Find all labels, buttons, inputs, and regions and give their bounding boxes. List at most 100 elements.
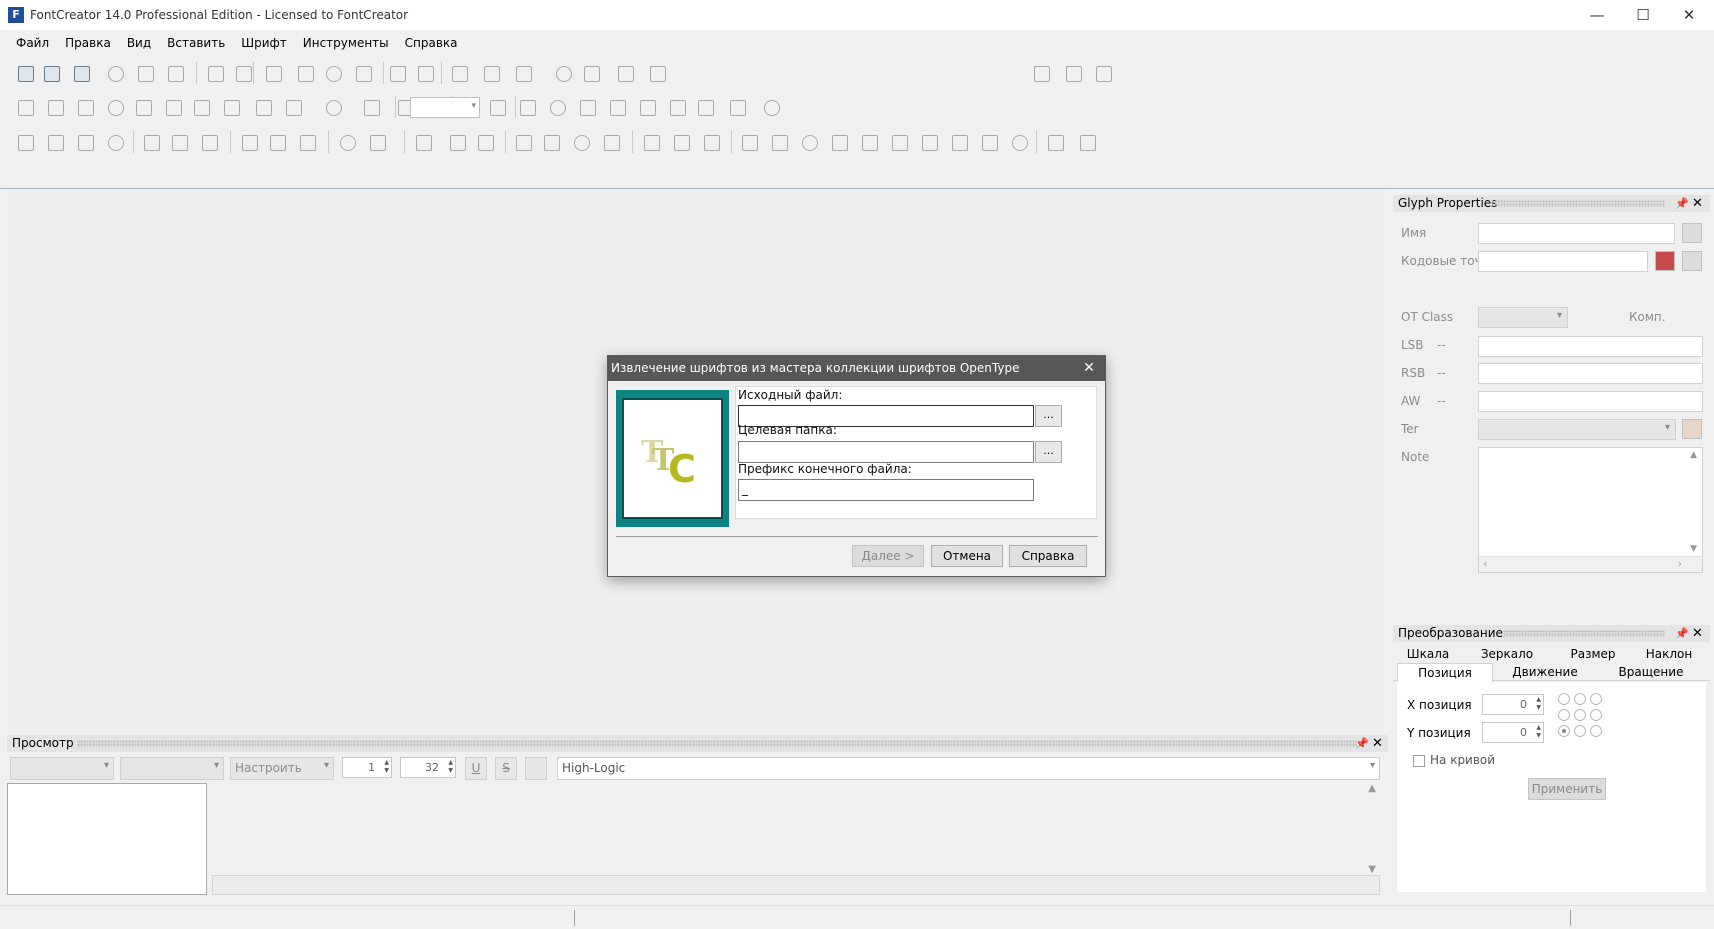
- preview-text-input[interactable]: High-Logic ▾: [557, 757, 1380, 780]
- toolbar-button[interactable]: [322, 62, 344, 84]
- close-icon[interactable]: ✕: [1692, 195, 1703, 212]
- preview-size-spinner[interactable]: 1: [342, 757, 392, 778]
- dialog-close-button[interactable]: ✕: [1079, 356, 1099, 381]
- preview-scrollbar[interactable]: [212, 875, 1380, 895]
- source-browse-button[interactable]: ...: [1035, 405, 1062, 427]
- toolbar-button[interactable]: [14, 62, 36, 84]
- toolbar-button[interactable]: [552, 62, 574, 84]
- lsb-field[interactable]: [1478, 336, 1703, 357]
- anchor-radio[interactable]: [1574, 725, 1586, 737]
- toolbar-button[interactable]: [238, 131, 260, 153]
- menu-edit[interactable]: Правка: [57, 32, 119, 54]
- toolbar-button[interactable]: [132, 96, 154, 118]
- anchor-radio[interactable]: [1574, 709, 1586, 721]
- strikethrough-button[interactable]: S: [495, 757, 517, 780]
- tab-rotate[interactable]: Вращение: [1599, 665, 1703, 679]
- apply-button[interactable]: Применить: [1528, 778, 1606, 800]
- toolbar-button[interactable]: [104, 96, 126, 118]
- toolbar-button[interactable]: [606, 96, 628, 118]
- tab-scale[interactable]: Шкала: [1399, 647, 1457, 661]
- toolbar-button[interactable]: [918, 131, 940, 153]
- toolbar-button[interactable]: [474, 131, 496, 153]
- target-folder-input[interactable]: [738, 441, 1034, 463]
- toolbar-button[interactable]: [282, 96, 304, 118]
- color-picker-icon[interactable]: [1682, 419, 1702, 439]
- menu-tools[interactable]: Инструменты: [295, 32, 397, 54]
- toolbar-button[interactable]: [44, 96, 66, 118]
- toolbar-button[interactable]: [646, 62, 668, 84]
- toolbar-button[interactable]: [14, 131, 36, 153]
- codepoints-field[interactable]: [1478, 251, 1648, 272]
- underline-button[interactable]: U: [465, 757, 487, 780]
- anchor-radio[interactable]: [1558, 693, 1570, 705]
- toolbar-button[interactable]: [486, 96, 508, 118]
- toolbar-button[interactable]: [480, 62, 502, 84]
- anchor-radio[interactable]: [1590, 725, 1602, 737]
- close-icon[interactable]: ✕: [1372, 735, 1383, 752]
- maximize-button[interactable]: ☐: [1620, 0, 1666, 30]
- toolbar-button[interactable]: [74, 131, 96, 153]
- toolbar-button[interactable]: [352, 62, 374, 84]
- toolbar-button[interactable]: [760, 96, 782, 118]
- toolbar-button[interactable]: [168, 131, 190, 153]
- toolbar-button[interactable]: [70, 62, 92, 84]
- toolbar-button[interactable]: [104, 62, 126, 84]
- toolbar-button[interactable]: [296, 131, 318, 153]
- scroll-down-icon[interactable]: ▼: [1368, 864, 1376, 875]
- toolbar-button[interactable]: [1092, 62, 1114, 84]
- menu-file[interactable]: Файл: [8, 32, 57, 54]
- prefix-input[interactable]: _: [738, 479, 1034, 501]
- toolbar-button[interactable]: [232, 62, 254, 84]
- toolbar-button[interactable]: [140, 131, 162, 153]
- tab-move[interactable]: Движение: [1493, 665, 1597, 679]
- pin-icon[interactable]: 📌: [1355, 735, 1369, 752]
- toolbar-button[interactable]: [360, 96, 382, 118]
- toolbar-button[interactable]: [636, 96, 658, 118]
- toolbar-button[interactable]: [888, 131, 910, 153]
- edit-codepoints-icon[interactable]: [1682, 251, 1702, 271]
- toolbar-button[interactable]: [1044, 131, 1066, 153]
- toolbar-button[interactable]: [858, 131, 880, 153]
- toolbar-button[interactable]: [448, 62, 470, 84]
- toolbar-button[interactable]: [44, 131, 66, 153]
- tab-mirror[interactable]: Зеркало: [1467, 647, 1547, 661]
- toolbar-button[interactable]: [446, 131, 468, 153]
- toolbar-button[interactable]: [104, 131, 126, 153]
- fit-select[interactable]: Настроить ▾: [230, 757, 334, 780]
- y-position-spinner[interactable]: 0: [1482, 722, 1544, 743]
- otclass-select[interactable]: ▾: [1478, 307, 1568, 328]
- menu-font[interactable]: Шрифт: [233, 32, 295, 54]
- toolbar-button[interactable]: [198, 131, 220, 153]
- toolbar-button[interactable]: [252, 96, 274, 118]
- toolbar-button[interactable]: [512, 62, 534, 84]
- toolbar-button[interactable]: [978, 131, 1000, 153]
- toolbar-button[interactable]: [412, 131, 434, 153]
- toolbar-button[interactable]: [516, 96, 538, 118]
- anchor-radio[interactable]: [1590, 693, 1602, 705]
- tab-size[interactable]: Размер: [1553, 647, 1633, 661]
- name-field[interactable]: [1478, 223, 1675, 244]
- toolbar-button[interactable]: [74, 96, 96, 118]
- toolbar-button[interactable]: [614, 62, 636, 84]
- toolbar-button[interactable]: [40, 62, 62, 84]
- scroll-up-icon[interactable]: ▲: [1368, 783, 1376, 794]
- toolbar-button[interactable]: [828, 131, 850, 153]
- aw-field[interactable]: [1478, 391, 1703, 412]
- toolbar-button[interactable]: [262, 62, 284, 84]
- toolbar-button[interactable]: [386, 62, 408, 84]
- help-button[interactable]: Справка: [1009, 545, 1087, 567]
- toolbar-button[interactable]: [336, 131, 358, 153]
- toolbar-button[interactable]: [700, 131, 722, 153]
- toolbar-button[interactable]: [948, 131, 970, 153]
- toolbar-button[interactable]: [162, 96, 184, 118]
- next-button[interactable]: Далее >: [852, 545, 924, 567]
- tab-position[interactable]: Позиция: [1397, 663, 1493, 683]
- pin-icon[interactable]: 📌: [1675, 195, 1689, 212]
- menu-help[interactable]: Справка: [397, 32, 466, 54]
- edit-name-icon[interactable]: [1682, 223, 1702, 243]
- note-field[interactable]: ▲ ▼ ‹ ›: [1478, 447, 1703, 573]
- toolbar-button[interactable]: [366, 131, 388, 153]
- tab-skew[interactable]: Наклон: [1633, 647, 1705, 661]
- anchor-radio[interactable]: [1558, 725, 1570, 737]
- toolbar-button[interactable]: [726, 96, 748, 118]
